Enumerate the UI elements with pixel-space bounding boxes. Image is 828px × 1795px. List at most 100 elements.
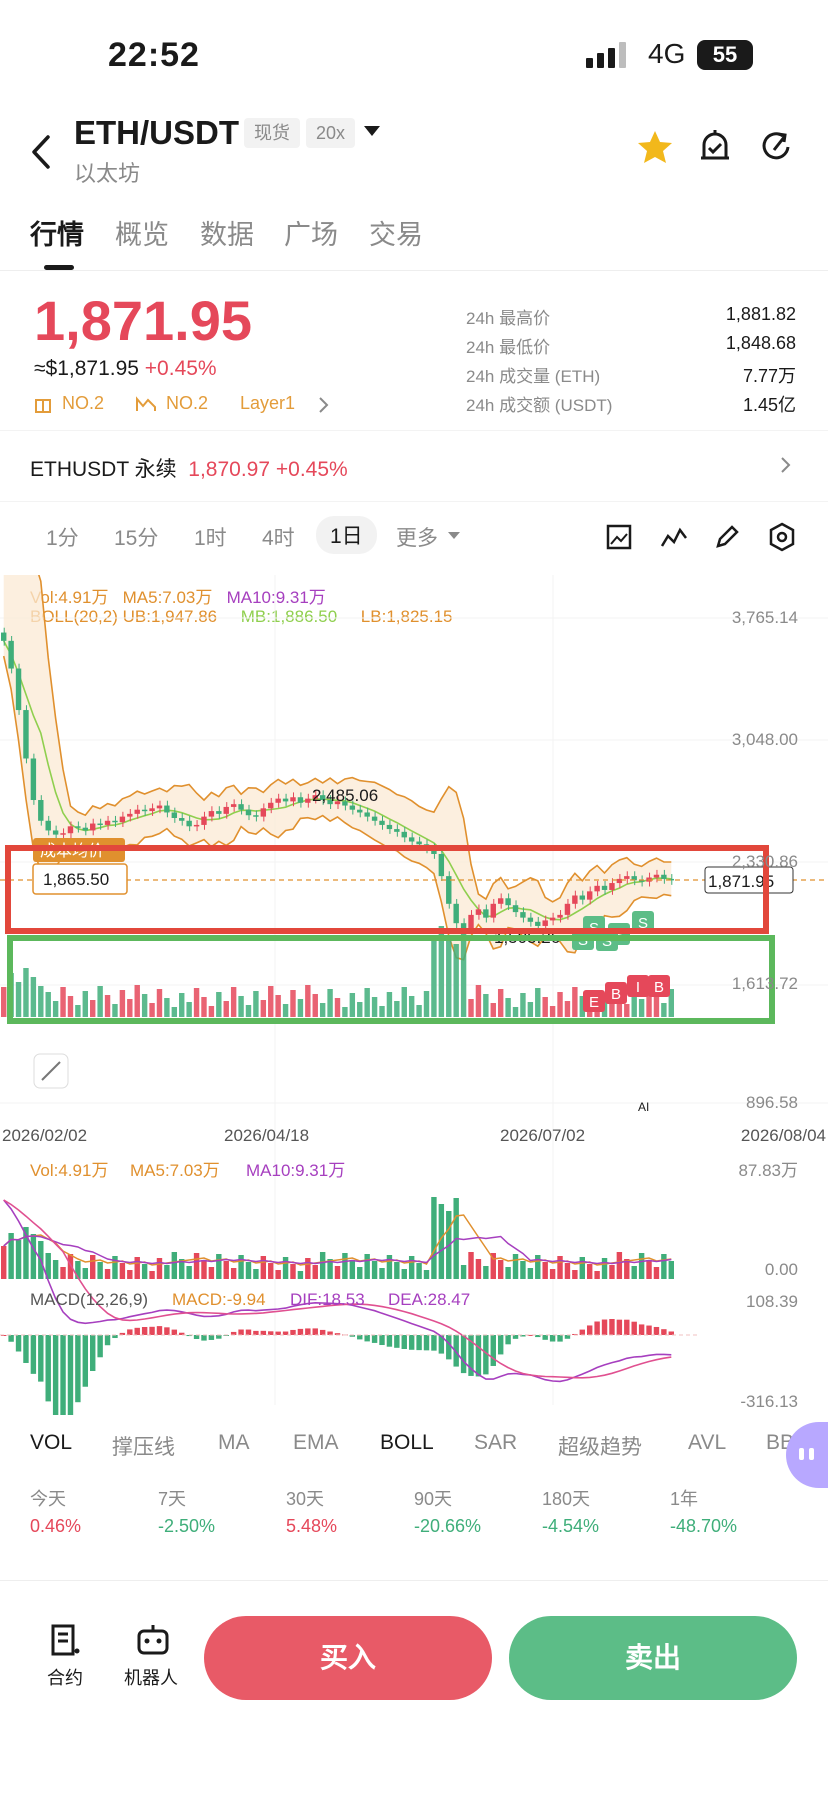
bot-label[interactable]: 机器人 [124,1664,178,1690]
macd-bar [38,1335,44,1382]
macd-bar [631,1321,637,1335]
tab-supertrend[interactable]: 超级趋势 [558,1431,642,1461]
volume-bar [230,987,237,1017]
bot-icon[interactable] [136,1623,170,1657]
alarm-icon[interactable] [698,128,732,166]
share-icon[interactable] [760,130,794,164]
macd-label: MACD(12,26,9) [30,1290,148,1309]
volume-bar [104,995,111,1017]
indicator-icon[interactable] [660,524,688,550]
candle [275,798,281,803]
contract-label[interactable]: 合约 [47,1664,83,1690]
battery-icon: 55 [697,40,753,70]
interval-1m[interactable]: 1分 [46,522,79,552]
price-axis-label: 896.58 [746,1093,798,1112]
macd-bar [408,1335,415,1350]
signal-icon [586,42,626,68]
volume-bar [201,997,207,1017]
star-icon[interactable] [637,130,673,164]
category-badge[interactable]: Layer1 [240,393,295,414]
rank-badge[interactable]: NO.2 [62,393,104,414]
interval-1d[interactable]: 1日 [316,516,377,554]
settings-icon[interactable] [768,522,796,552]
volume-bar [268,986,274,1017]
candle [193,824,200,827]
tab-avl[interactable]: AVL [688,1431,726,1455]
candle [364,812,370,817]
sub-volume-bar [193,1253,200,1279]
stat-label: 24h 成交量 (ETH) [466,367,601,386]
sell-button[interactable]: 卖出 [509,1616,797,1700]
tab-vol[interactable]: VOL [30,1431,72,1455]
macd-bar [327,1331,333,1335]
candle [661,874,667,879]
tab-ema[interactable]: EMA [293,1431,339,1455]
tab-support[interactable]: 撑压线 [112,1431,175,1461]
candle [609,883,615,890]
chevron-down-icon[interactable] [364,126,380,138]
pair-title[interactable]: ETH/USDT [74,114,239,152]
candle [141,809,148,812]
tab-ma[interactable]: MA [218,1431,250,1455]
tab-overview[interactable]: 概览 [115,213,169,252]
tab-trade[interactable]: 交易 [369,213,423,252]
volume-bar [468,999,474,1017]
trade-badge-label: B [654,979,664,996]
candle [75,826,81,828]
perp-change: +0.45% [275,458,348,481]
draw-icon[interactable] [714,524,740,550]
interval-4h[interactable]: 4时 [262,522,295,552]
macd-bar [661,1329,667,1335]
tab-market[interactable]: 行情 [30,213,84,252]
macd-bar [75,1335,81,1403]
macd-bar [260,1330,267,1335]
candle [371,816,378,821]
macd-value: MACD:-9.94 [172,1290,266,1309]
candle [297,797,304,803]
volume-bar [334,998,341,1017]
sub-volume-bar [653,1267,660,1279]
interval-more[interactable]: 更多 [396,522,438,552]
volume-bar [564,1001,571,1017]
chevron-down-icon[interactable] [448,532,460,540]
tab-boll[interactable]: BOLL [380,1431,434,1455]
building-icon [35,399,51,413]
tab-data[interactable]: 数据 [200,213,254,252]
image-icon[interactable] [606,524,632,550]
candle [127,813,133,817]
stat-label: 24h 最低价 [466,338,551,357]
back-icon[interactable] [30,134,54,170]
buy-button[interactable]: 买入 [204,1616,492,1700]
volume-bar [127,999,133,1017]
sub-volume-bar [586,1264,593,1279]
price-chart[interactable]: 1,871.95成本均价1,865.502,485.061,505.26 S SSS… [0,575,828,1415]
macd-bar [557,1335,563,1342]
price-axis-label: 1,613.72 [732,974,798,993]
macd-bar [156,1326,163,1335]
candle [186,820,192,827]
interval-15m[interactable]: 15分 [114,522,158,552]
contract-icon[interactable] [50,1623,80,1657]
candle [557,914,563,918]
interval-1h[interactable]: 1时 [194,522,227,552]
sub-volume-bar [542,1262,548,1279]
trade-badge-label: E [589,994,599,1011]
sub-volume-bar [97,1262,103,1279]
rank-badge-2[interactable]: NO.2 [166,393,208,414]
trade-footer: 合约 机器人 买入 卖出 [0,1580,828,1795]
chevron-right-icon[interactable] [780,456,792,474]
volume-bar [557,992,563,1017]
candle [156,805,163,809]
volume-bar [527,1002,534,1017]
tab-sar[interactable]: SAR [474,1431,517,1455]
candle [67,826,74,834]
candle [349,805,356,810]
tab-square[interactable]: 广场 [284,213,338,252]
macd-bar [52,1335,59,1415]
macd-bar [579,1329,585,1335]
sub-volume-bar [394,1262,400,1279]
sub-volume-bar [82,1268,89,1279]
chevron-right-icon[interactable] [318,396,330,414]
perp-label: ETHUSDT 永续 [30,458,177,481]
sub-volume-bar [52,1260,59,1279]
